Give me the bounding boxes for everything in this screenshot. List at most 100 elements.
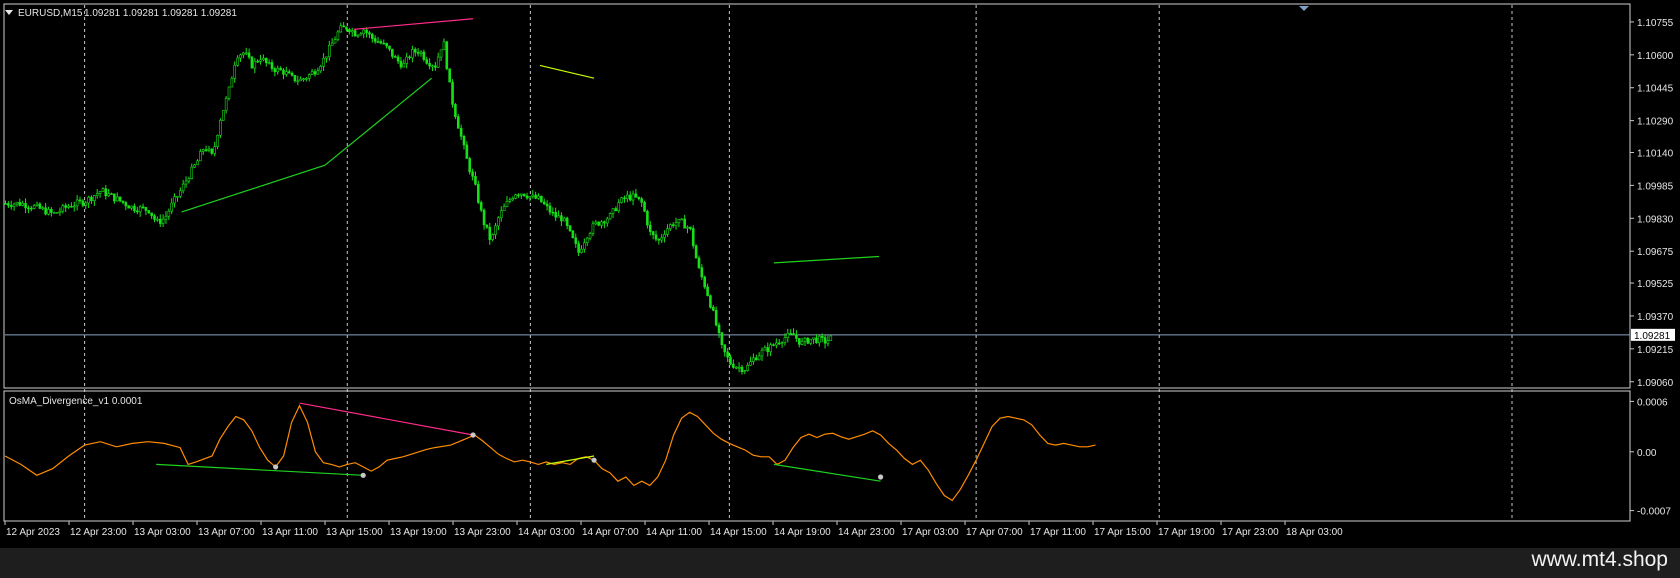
candle-body — [465, 144, 469, 159]
candle-body — [133, 205, 136, 212]
candle-body — [213, 146, 216, 154]
candle-body — [285, 71, 288, 75]
candle-body — [173, 196, 176, 204]
candle-body — [422, 51, 426, 60]
candle-body — [456, 116, 460, 129]
candle-body — [293, 74, 297, 82]
candle-body — [47, 208, 50, 215]
candle-body — [557, 215, 560, 218]
candle-body — [634, 193, 638, 198]
candle-body — [720, 332, 724, 345]
candle-body — [84, 202, 88, 206]
candle-body — [9, 205, 13, 207]
candle-body — [379, 41, 383, 44]
candle-body — [419, 51, 423, 54]
candle-body — [491, 234, 494, 240]
candle-body — [508, 199, 512, 202]
candle-body — [305, 78, 308, 80]
candle-body — [15, 201, 19, 205]
candle-body — [333, 39, 337, 44]
candle-body — [671, 224, 675, 227]
price-tick-label: 1.09525 — [1637, 279, 1674, 290]
candle-body — [121, 200, 125, 203]
candle-body — [763, 347, 767, 351]
candle-body — [124, 202, 128, 207]
candle-body — [353, 30, 357, 37]
candle-body — [818, 335, 821, 343]
candle-body — [471, 171, 474, 177]
candle-body — [783, 337, 787, 343]
candle-body — [694, 245, 698, 259]
candle-body — [597, 221, 600, 226]
candle-body — [342, 25, 345, 28]
candle-body — [528, 196, 532, 199]
candle-body — [603, 221, 606, 224]
candle-body — [230, 77, 234, 88]
candle-body — [253, 60, 257, 69]
time-tick-label: 17 Apr 03:00 — [902, 527, 959, 538]
price-tick-label: 1.09370 — [1637, 312, 1674, 323]
candle-body — [242, 52, 245, 56]
time-tick-label: 17 Apr 07:00 — [966, 527, 1023, 538]
candle-body — [726, 351, 729, 358]
candle-body — [551, 211, 555, 214]
candle-body — [216, 135, 219, 147]
candle-body — [382, 42, 386, 45]
candle-body — [485, 224, 489, 228]
candle-body — [330, 42, 334, 46]
candle-body — [683, 218, 686, 229]
candle-body — [826, 340, 830, 344]
candle-body — [370, 33, 374, 39]
candle-body — [531, 194, 535, 197]
candle-body — [24, 203, 27, 209]
candle-body — [815, 337, 818, 343]
candle-body — [136, 210, 139, 213]
candle-body — [654, 234, 658, 240]
candle-body — [760, 349, 764, 357]
price-tick-label: 1.09985 — [1637, 181, 1674, 192]
candle-body — [608, 213, 612, 220]
candle-body — [643, 202, 646, 212]
candle-body — [766, 347, 770, 353]
candle-body — [396, 56, 400, 62]
candle-body — [348, 29, 351, 33]
candle-body — [325, 56, 328, 59]
candle-body — [620, 197, 623, 203]
candle-body — [697, 257, 701, 268]
candle-body — [497, 217, 500, 227]
candle-body — [362, 29, 366, 35]
candle-body — [660, 237, 664, 241]
candle-body — [58, 210, 62, 213]
divergence-marker — [591, 457, 597, 463]
candle-body — [391, 48, 394, 57]
candle-body — [130, 205, 133, 209]
candle-body — [499, 210, 503, 219]
candle-body — [505, 200, 509, 207]
ohlc-readout: 1.09281 1.09281 1.09281 1.09281 — [84, 8, 237, 19]
candle-body — [259, 59, 262, 62]
candle-body — [537, 195, 540, 199]
candle-body — [267, 62, 271, 64]
candle-body — [631, 193, 635, 201]
candle-body — [691, 228, 695, 247]
time-tick-label: 12 Apr 2023 — [6, 527, 60, 538]
candle-body — [594, 221, 598, 225]
candle-body — [170, 202, 174, 212]
candle-body — [190, 166, 194, 179]
chart-canvas[interactable]: 1.10755 1.10600 1.10445 1.10290 1.10140 1.099… — [0, 0, 1680, 578]
price-tick-label: 1.09675 — [1637, 247, 1674, 258]
candle-body — [328, 44, 331, 58]
candle-body — [408, 56, 411, 59]
candle-body — [196, 160, 199, 166]
candle-body — [451, 81, 454, 105]
candle-body — [640, 198, 643, 203]
candle-body — [585, 237, 589, 244]
candle-body — [732, 363, 735, 368]
candle-body — [714, 310, 718, 326]
candle-body — [393, 56, 397, 58]
candle-body — [207, 148, 211, 151]
time-tick-label: 17 Apr 19:00 — [1158, 527, 1215, 538]
candle-body — [270, 62, 274, 70]
candle-body — [411, 49, 414, 59]
candle-body — [153, 215, 156, 220]
